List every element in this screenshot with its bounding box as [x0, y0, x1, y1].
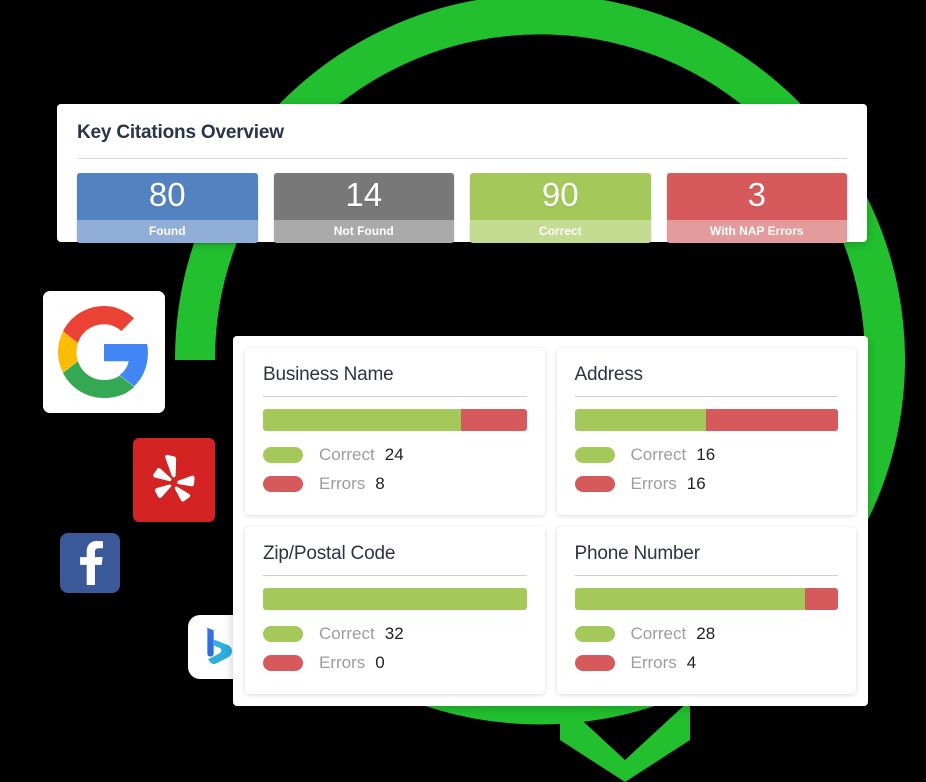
legend-row-errors: Errors 8	[263, 474, 527, 494]
panel-address[interactable]: Address Correct 16 Errors 16	[556, 348, 856, 515]
legend-value-correct: 24	[384, 445, 404, 464]
panel-title: Address	[574, 364, 644, 385]
bar-segment-errors	[706, 409, 838, 431]
legend-label-errors: Errors	[630, 653, 677, 672]
screenshot-root: Key Citations Overview 80 Found 14 Not F…	[0, 0, 926, 782]
stat-label-found: Found	[77, 219, 258, 243]
legend-row-correct: Correct 16	[574, 445, 839, 465]
legend-row-correct: Correct 24	[263, 445, 527, 465]
stacked-bar	[263, 409, 527, 431]
yelp-logo	[133, 438, 215, 522]
title-divider	[77, 158, 847, 159]
legend-label-correct: Correct	[319, 624, 375, 643]
stacked-bar	[574, 588, 838, 610]
stat-tile-with-nap-errors[interactable]: 3 With NAP Errors	[666, 173, 847, 243]
stat-value-correct: 90	[470, 173, 651, 220]
legend-row-errors: Errors 0	[263, 653, 527, 673]
nap-panel-grid: Business Name Correct 24 Errors 8 Addres…	[245, 348, 856, 694]
legend-row-correct: Correct 28	[574, 624, 839, 644]
stat-label-correct: Correct	[470, 219, 651, 243]
stat-tile-correct[interactable]: 90 Correct	[470, 173, 651, 243]
stat-tiles-row: 80 Found 14 Not Found 90 Correct 3 With …	[77, 173, 847, 243]
panel-zip-postal-code[interactable]: Zip/Postal Code Correct 32 Errors 0	[245, 527, 545, 694]
legend-value-correct: 32	[384, 624, 404, 643]
legend-row-errors: Errors 4	[574, 653, 839, 673]
panel-title: Zip/Postal Code	[263, 543, 396, 564]
stat-tile-found[interactable]: 80 Found	[77, 173, 258, 243]
stacked-bar	[263, 588, 527, 610]
stat-label-not-found: Not Found	[273, 219, 454, 243]
bar-segment-errors	[805, 588, 838, 610]
panel-divider	[574, 575, 838, 576]
legend-value-errors: 4	[686, 653, 697, 672]
panel-divider	[263, 575, 527, 576]
panel-title: Phone Number	[574, 543, 701, 564]
legend-swatch-correct	[574, 626, 615, 642]
yelp-burst-icon	[153, 454, 195, 502]
panel-legend: Correct 32 Errors 0	[263, 624, 527, 673]
legend-row-correct: Correct 32	[263, 624, 527, 644]
google-logo	[43, 291, 165, 413]
nap-details-card: Business Name Correct 24 Errors 8 Addres…	[233, 336, 868, 706]
stat-label-with-nap-errors: With NAP Errors	[666, 219, 847, 243]
legend-swatch-errors	[574, 655, 615, 671]
panel-legend: Correct 28 Errors 4	[574, 624, 839, 673]
legend-value-correct: 16	[696, 445, 716, 464]
legend-label-correct: Correct	[319, 445, 375, 464]
key-citations-overview-card: Key Citations Overview 80 Found 14 Not F…	[57, 104, 867, 243]
legend-label-errors: Errors	[630, 474, 677, 493]
bar-segment-correct	[574, 409, 707, 431]
panel-legend: Correct 24 Errors 8	[263, 445, 527, 494]
panel-divider	[574, 396, 838, 397]
stat-value-not-found: 14	[273, 173, 454, 220]
panel-phone-number[interactable]: Phone Number Correct 28 Errors 4	[556, 527, 856, 694]
legend-swatch-errors	[263, 476, 303, 492]
legend-label-errors: Errors	[319, 653, 366, 672]
legend-value-errors: 0	[375, 653, 385, 672]
bar-segment-errors	[460, 409, 527, 431]
bar-segment-correct	[263, 409, 461, 431]
bar-segment-correct	[263, 588, 527, 610]
stat-value-found: 80	[77, 173, 258, 220]
stat-value-with-nap-errors: 3	[666, 173, 847, 220]
panel-divider	[263, 396, 527, 397]
legend-swatch-correct	[574, 447, 615, 463]
page-title: Key Citations Overview	[77, 122, 284, 143]
panel-business-name[interactable]: Business Name Correct 24 Errors 8	[245, 348, 545, 515]
legend-label-correct: Correct	[630, 624, 687, 643]
google-g-icon	[58, 306, 148, 398]
legend-label-correct: Correct	[630, 445, 687, 464]
facebook-f-icon	[80, 541, 103, 585]
facebook-logo	[60, 533, 120, 593]
stacked-bar	[574, 409, 838, 431]
legend-swatch-errors	[574, 476, 615, 492]
stat-tile-not-found[interactable]: 14 Not Found	[273, 173, 454, 243]
panel-legend: Correct 16 Errors 16	[574, 445, 839, 494]
bar-segment-correct	[574, 588, 806, 610]
legend-swatch-correct	[263, 447, 303, 463]
legend-value-correct: 28	[696, 624, 716, 643]
legend-value-errors: 16	[686, 474, 706, 493]
legend-label-errors: Errors	[319, 474, 366, 493]
legend-row-errors: Errors 16	[574, 474, 839, 494]
legend-value-errors: 8	[375, 474, 385, 493]
legend-swatch-correct	[263, 626, 303, 642]
panel-title: Business Name	[263, 364, 394, 385]
legend-swatch-errors	[263, 655, 303, 671]
